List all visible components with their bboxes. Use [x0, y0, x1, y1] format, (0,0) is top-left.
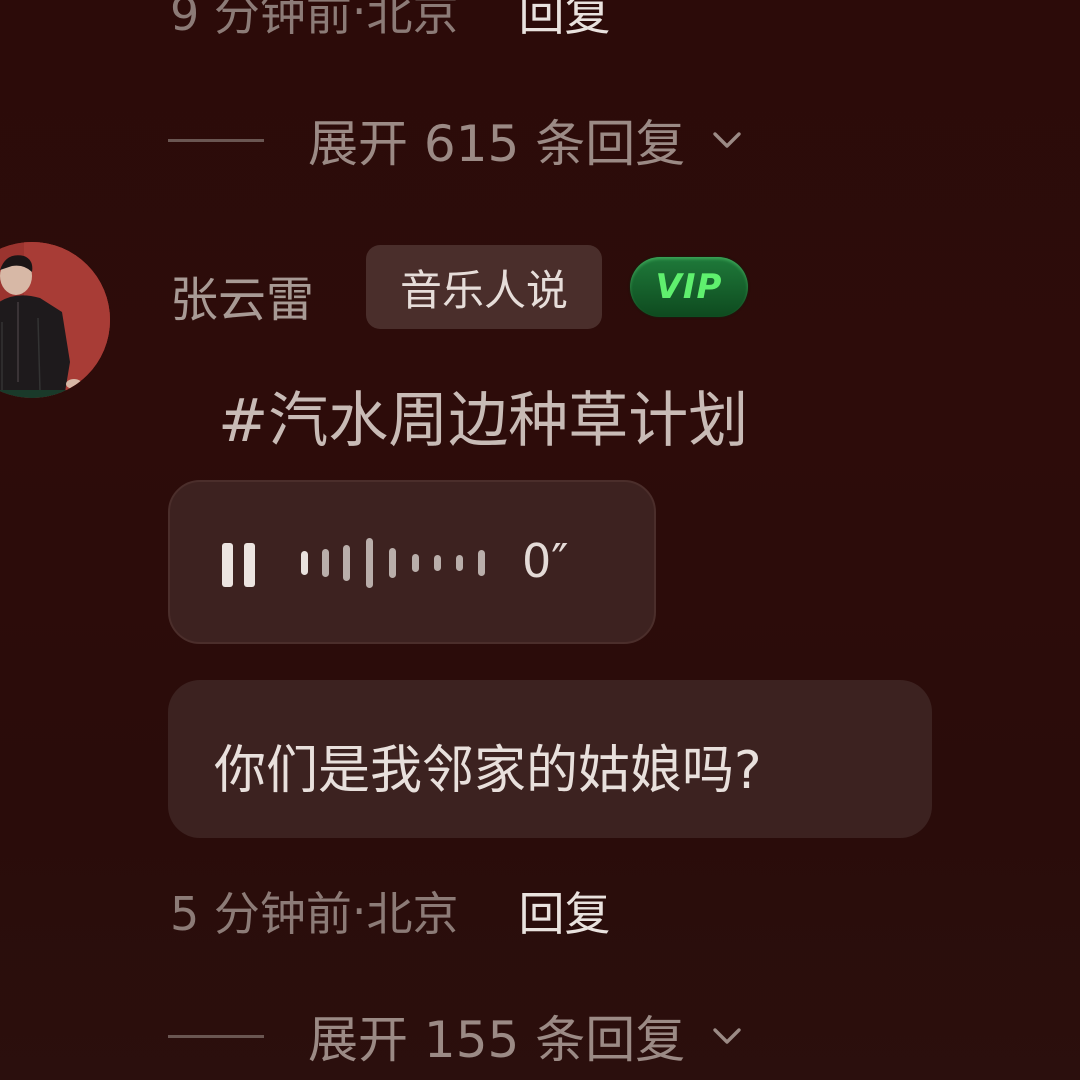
username[interactable]: 张云雷 — [170, 260, 314, 330]
meta-separator: · — [351, 884, 367, 938]
waveform-icon — [301, 538, 485, 588]
expand-replies-button[interactable]: 展开 155 条回复 — [168, 1000, 743, 1072]
expand-replies-label: 展开 615 条回复 — [308, 115, 686, 173]
divider-line — [168, 138, 264, 142]
hashtag-link[interactable]: #汽水周边种草计划 — [218, 372, 748, 459]
meta-separator: · — [351, 0, 367, 38]
pause-icon — [222, 543, 255, 587]
comment-time: 5 分钟前 — [170, 887, 352, 941]
divider-line — [168, 1034, 264, 1038]
comment-meta-row: 9 分钟前 · 北京 回复 — [170, 0, 611, 44]
vip-badge: VIP — [630, 257, 748, 317]
reply-button[interactable]: 回复 — [519, 0, 611, 44]
comment-meta-row: 5 分钟前 · 北京 回复 — [170, 878, 611, 944]
reply-button[interactable]: 回复 — [519, 878, 611, 944]
chevron-down-icon — [713, 132, 741, 148]
voice-message[interactable]: 0″ — [168, 480, 656, 644]
voice-duration: 0″ — [522, 534, 569, 588]
chevron-down-icon — [713, 1028, 741, 1044]
avatar[interactable] — [0, 242, 110, 398]
musician-badge: 音乐人说 — [366, 245, 602, 329]
comment-text: 你们是我邻家的姑娘吗? — [214, 741, 762, 801]
expand-replies-label: 展开 155 条回复 — [308, 1011, 686, 1069]
comment-time: 9 分钟前 — [170, 0, 352, 41]
comment-location: 北京 — [366, 0, 459, 41]
comment-location: 北京 — [366, 887, 459, 941]
expand-replies-button[interactable]: 展开 615 条回复 — [168, 104, 743, 176]
comment-text-bubble[interactable]: 你们是我邻家的姑娘吗? — [168, 680, 932, 838]
avatar-photo — [0, 242, 110, 398]
voice-controls — [222, 538, 485, 588]
